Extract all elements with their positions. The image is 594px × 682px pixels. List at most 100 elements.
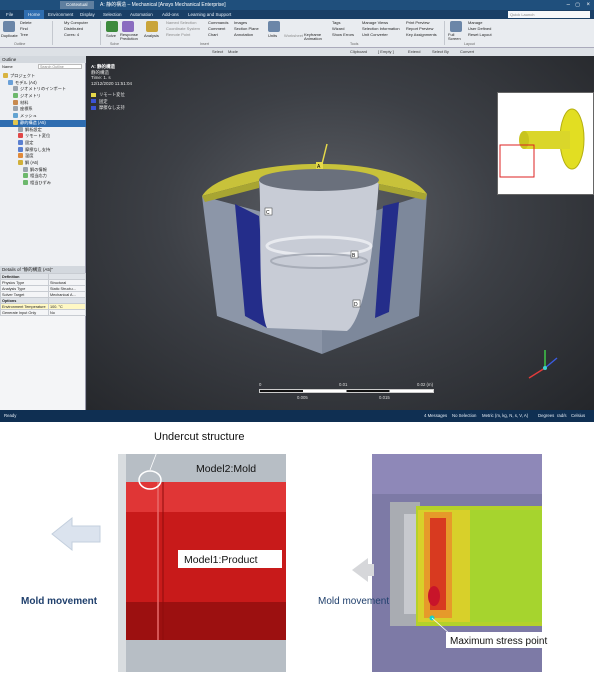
analysis-icon[interactable] bbox=[146, 21, 158, 32]
mold-movement-label-left: Mold movement bbox=[21, 596, 98, 607]
details-row[interactable]: Generate Input Only No bbox=[0, 309, 86, 316]
chart-button[interactable]: Chart bbox=[208, 32, 218, 37]
full-screen-button[interactable]: Full Screen bbox=[448, 33, 464, 41]
worksheet-button[interactable]: Worksheet bbox=[284, 33, 303, 38]
show-errors-button[interactable]: Show Errors bbox=[332, 32, 354, 37]
close-icon[interactable]: × bbox=[586, 0, 590, 10]
solve-button[interactable]: Solve bbox=[106, 33, 116, 38]
outline-node[interactable]: 相当ひずみ bbox=[0, 180, 86, 187]
annotation-button[interactable]: Annotation bbox=[234, 32, 253, 37]
maximize-icon[interactable]: ▢ bbox=[575, 0, 580, 10]
outline-node[interactable]: ジオメトリのインポート bbox=[0, 86, 86, 93]
manage-layout-button[interactable]: Manage bbox=[468, 20, 482, 25]
coordinate-system-button[interactable]: Coordinate System bbox=[166, 26, 200, 31]
outline-node-label: 相当ひずみ bbox=[30, 180, 51, 185]
quick-launch-input[interactable]: Quick Launch bbox=[508, 11, 590, 18]
select-button[interactable]: Select bbox=[212, 48, 223, 56]
tree-button[interactable]: Tree bbox=[20, 32, 28, 37]
outline-node[interactable]: 座標系 bbox=[0, 106, 86, 113]
model-thumbnail[interactable] bbox=[497, 92, 594, 195]
full-screen-icon[interactable] bbox=[450, 21, 462, 32]
model2-label: Model2:Mold bbox=[196, 463, 256, 475]
contextual-tab[interactable]: Contextual bbox=[60, 1, 94, 9]
outline-node[interactable]: プロジェクト bbox=[0, 73, 86, 80]
tree-node-icon bbox=[13, 86, 18, 92]
graphics-viewport[interactable]: A: 静的構造 静的構造 Time: 1. s 12/12/2020 11:51… bbox=[87, 56, 594, 410]
analysis-button[interactable]: Analysis bbox=[144, 33, 159, 38]
user-defined-button[interactable]: User Defined bbox=[468, 26, 491, 31]
find-button[interactable]: Find bbox=[20, 26, 28, 31]
named-selection-button[interactable]: Named Selection bbox=[166, 20, 196, 25]
tab-file[interactable]: File bbox=[6, 10, 13, 19]
tags-button[interactable]: Tags bbox=[332, 20, 340, 25]
tree-node-icon bbox=[18, 139, 23, 145]
mode-dropdown[interactable]: Mode bbox=[228, 48, 238, 56]
reset-layout-button[interactable]: Reset Layout bbox=[468, 32, 492, 37]
messages-button[interactable]: 4 Messages bbox=[424, 410, 447, 422]
print-preview-button[interactable]: Print Preview bbox=[406, 20, 430, 25]
outline-node[interactable]: 相当応力 bbox=[0, 173, 86, 180]
manage-views-button[interactable]: Manage Views bbox=[362, 20, 388, 25]
duplicate-button[interactable]: Duplicate bbox=[1, 33, 18, 38]
outline-node-label: 相当応力 bbox=[30, 173, 47, 179]
wizard-button[interactable]: Wizard bbox=[332, 26, 344, 31]
tab-automation[interactable]: Automation bbox=[130, 10, 153, 19]
cores-field[interactable]: Cores: 4 bbox=[64, 32, 79, 37]
outline-node[interactable]: 静的構造 (A5) bbox=[0, 119, 86, 127]
tab-learning[interactable]: Learning and Support bbox=[188, 10, 231, 19]
distributed-checkbox[interactable]: Distributed bbox=[64, 26, 83, 31]
comment-button[interactable]: Comment bbox=[208, 26, 225, 31]
model1-label: Model1:Product bbox=[184, 554, 258, 566]
clipboard-dropdown[interactable]: Clipboard bbox=[350, 48, 367, 56]
units-icon[interactable] bbox=[268, 21, 280, 32]
select-by-dropdown[interactable]: Select By bbox=[432, 48, 449, 56]
units-status[interactable]: Metric (m, kg, N, s, V, A) bbox=[482, 410, 528, 422]
section-plane-button[interactable]: Section Plane bbox=[234, 26, 259, 31]
marker-d-label: D bbox=[354, 302, 358, 308]
outline-node-label: 摩擦なし支持 bbox=[25, 146, 51, 152]
outline-node[interactable]: 材料 bbox=[0, 99, 86, 107]
outline-node[interactable]: 解 (A6) bbox=[0, 159, 86, 167]
remote-point-button[interactable]: Remote Point bbox=[166, 32, 190, 37]
commands-button[interactable]: Commands bbox=[208, 20, 228, 25]
name-column-header[interactable]: Name bbox=[2, 64, 13, 69]
rads-status[interactable]: rad/s bbox=[557, 410, 567, 422]
scale-bar-graphic bbox=[259, 389, 434, 393]
outline-node[interactable]: 固定 bbox=[0, 139, 86, 147]
scale-label-2: 0.02 (m) bbox=[417, 382, 433, 387]
response-prediction-icon[interactable] bbox=[122, 21, 134, 32]
tab-selection[interactable]: Selection bbox=[103, 10, 122, 19]
keyframe-animation-button[interactable]: Keyframe Animation bbox=[304, 33, 326, 41]
tree-node-icon bbox=[18, 133, 23, 139]
outline-search-input[interactable]: Search Outline bbox=[38, 64, 82, 69]
outline-node[interactable]: 摩擦なし支持 bbox=[0, 146, 86, 154]
response-prediction-button[interactable]: Response Prediction bbox=[120, 33, 140, 41]
celsius-status[interactable]: Celsius bbox=[571, 410, 585, 422]
outline-title: Outline bbox=[0, 56, 86, 63]
key-assignments-button[interactable]: Key Assignments bbox=[406, 32, 437, 37]
my-computer-select[interactable]: My Computer bbox=[64, 20, 88, 25]
outline-node[interactable]: ジオメトリ bbox=[0, 93, 86, 100]
report-preview-button[interactable]: Report Preview bbox=[406, 26, 433, 31]
details-row-value[interactable]: No bbox=[48, 309, 86, 316]
delete-button[interactable]: Delete bbox=[20, 20, 32, 25]
tab-environment[interactable]: Environment bbox=[48, 10, 73, 19]
title-bar: Contextual A: 静的構造 – Mechanical [Ansys M… bbox=[0, 0, 594, 10]
images-button[interactable]: Images bbox=[234, 20, 247, 25]
convert-dropdown[interactable]: Convert bbox=[460, 48, 474, 56]
degrees-status[interactable]: Degrees bbox=[538, 410, 554, 422]
duplicate-icon[interactable] bbox=[3, 21, 15, 32]
tab-addons[interactable]: Add-ons bbox=[162, 10, 179, 19]
outline-node[interactable]: メッシュ bbox=[0, 113, 86, 120]
minimize-icon[interactable]: – bbox=[567, 0, 570, 10]
tab-display[interactable]: Display bbox=[80, 10, 95, 19]
unit-converter-button[interactable]: Unit Converter bbox=[362, 32, 388, 37]
thumbnail-render bbox=[499, 108, 585, 178]
outline-node[interactable]: 温度 bbox=[0, 153, 86, 160]
outline-node[interactable]: リモート変位 bbox=[0, 133, 86, 140]
selection-information-button[interactable]: Selection Information bbox=[362, 26, 400, 31]
tab-home[interactable]: Home bbox=[24, 10, 45, 19]
extend-dropdown[interactable]: Extend bbox=[408, 48, 420, 56]
units-button[interactable]: Units bbox=[268, 33, 277, 38]
solve-icon[interactable] bbox=[106, 21, 118, 32]
